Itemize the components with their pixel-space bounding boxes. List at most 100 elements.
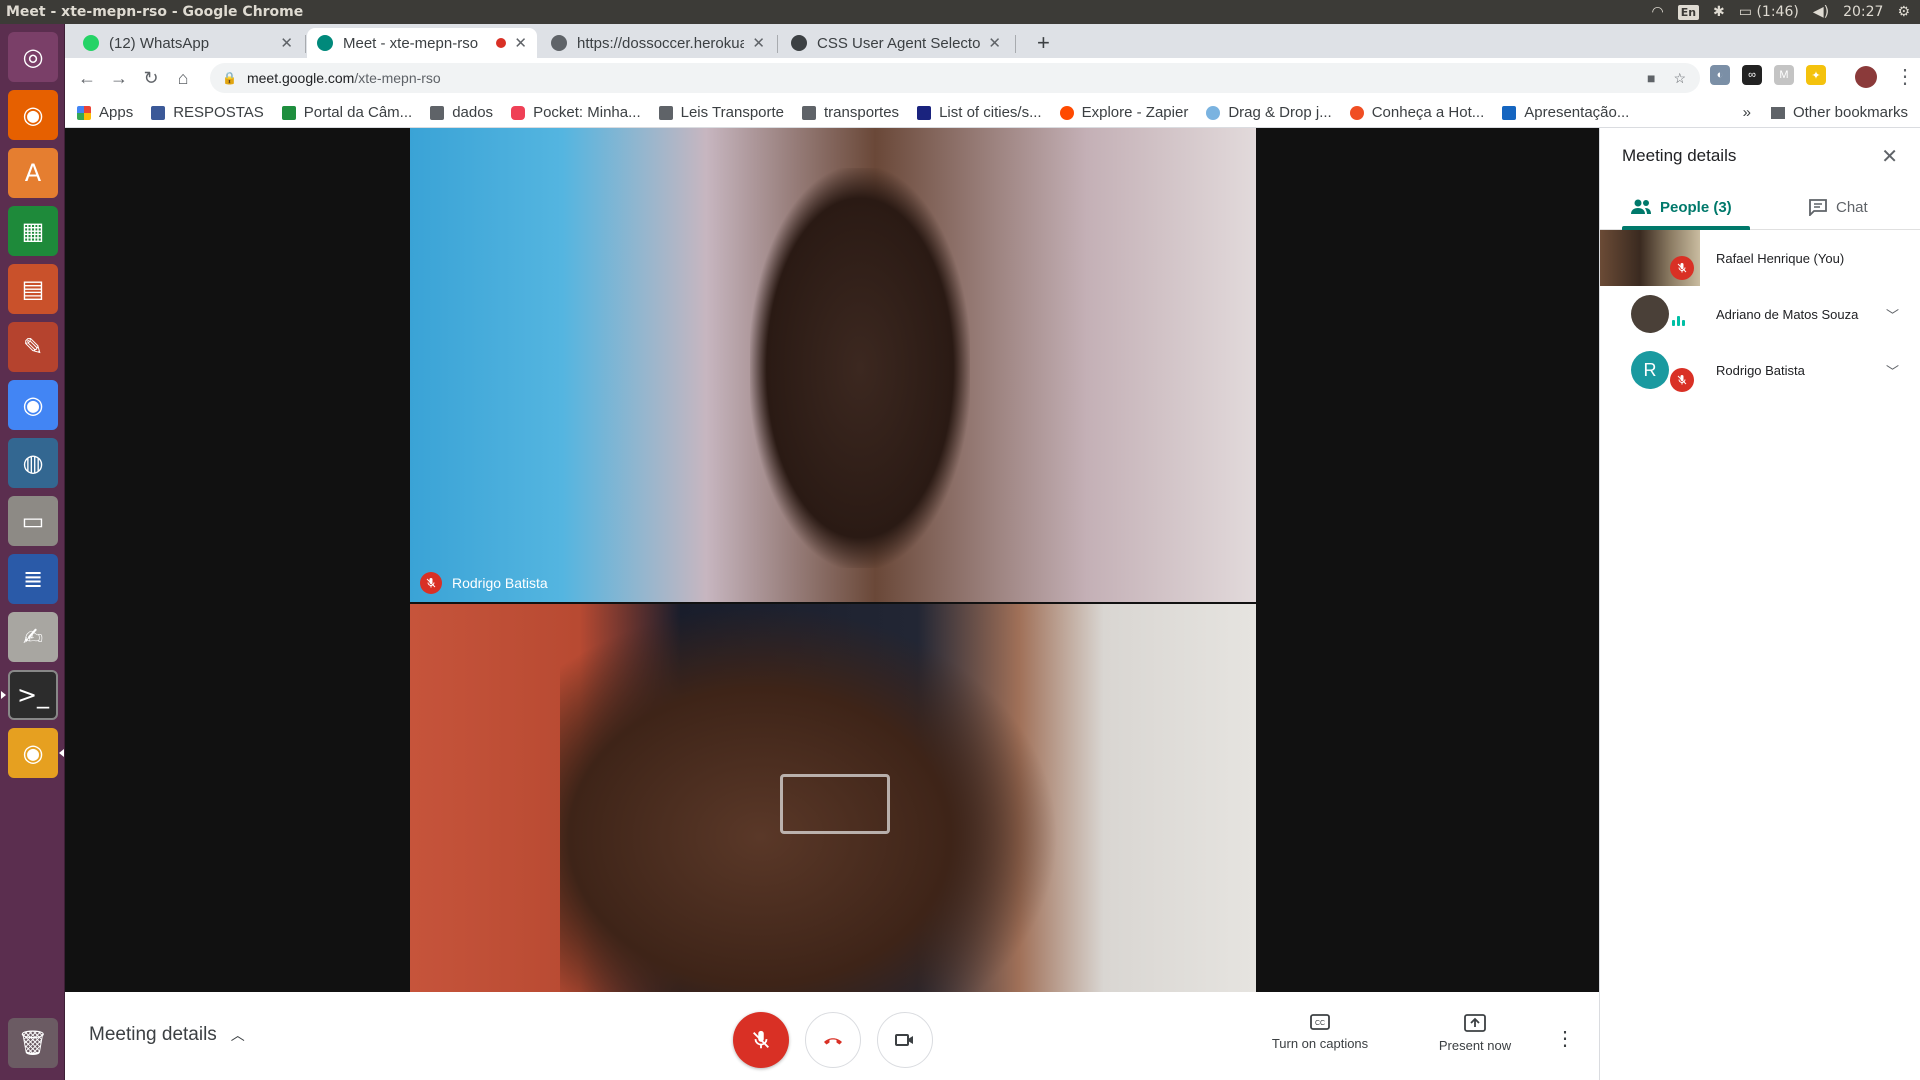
tile-participant-name: Rodrigo Batista (452, 575, 548, 591)
bookmark-transportes[interactable]: transportes (802, 104, 899, 121)
bookmark-list-of-cities[interactable]: List of cities/s... (917, 104, 1042, 121)
bookmark-portal-camara[interactable]: Portal da Câm... (281, 104, 412, 121)
chat-tab-label: Chat (1836, 198, 1868, 216)
file-manager-icon[interactable]: ▭ (8, 496, 58, 546)
mic-off-icon (420, 572, 442, 594)
close-icon[interactable]: ✕ (1881, 144, 1898, 169)
bookmark-respostas[interactable]: RESPOSTAS (151, 104, 264, 121)
tab-whatsapp[interactable]: (12) WhatsApp ✕ (73, 28, 303, 58)
forward-arrow-icon[interactable]: → (103, 68, 135, 89)
bookmark-star-icon[interactable]: ☆ (1673, 70, 1686, 87)
video-tile-rodrigo[interactable]: Rodrigo Batista (410, 128, 1256, 602)
tab-people[interactable]: People (3) (1630, 184, 1732, 230)
tab-strip: (12) WhatsApp ✕ Meet - xte-mepn-rso ✕ ht… (65, 24, 1920, 58)
present-label: Present now (1438, 1038, 1512, 1053)
meeting-details-toggle[interactable]: Meeting details ︿ (89, 1024, 245, 1046)
meeting-details-label: Meeting details (89, 1024, 217, 1045)
camera-toggle-button[interactable] (877, 1012, 933, 1068)
mic-off-icon (1670, 256, 1694, 280)
bookmark-dados[interactable]: dados (430, 104, 493, 121)
home-icon[interactable]: ⌂ (167, 68, 199, 89)
chevron-down-icon[interactable]: ﹀ (1886, 305, 1899, 324)
close-tab-icon[interactable]: ✕ (514, 34, 527, 52)
battery-indicator[interactable]: ▭ (1:46) (1739, 4, 1799, 20)
lock-icon[interactable]: 🔒 (222, 71, 237, 85)
bluetooth-icon[interactable]: ✱ (1713, 4, 1725, 20)
extension-m-icon[interactable]: M (1774, 65, 1794, 85)
more-options-icon[interactable]: ⋮ (1555, 1026, 1575, 1051)
chrome-icon[interactable]: ◉ (8, 380, 58, 430)
microphone-toggle-button[interactable] (733, 1012, 789, 1068)
os-top-panel: Meet - xte-mepn-rso - Google Chrome ◠ En… (0, 0, 1920, 24)
bookmarks-overflow-chevron-icon[interactable]: » (1743, 104, 1751, 121)
present-screen-icon (1464, 1014, 1486, 1032)
extension-pin-icon[interactable]: ✦ (1806, 65, 1826, 85)
system-tools-icon[interactable]: ✎ (8, 322, 58, 372)
present-now-button[interactable]: Present now (1420, 1014, 1530, 1053)
tab-meet[interactable]: Meet - xte-mepn-rso ✕ (307, 28, 537, 58)
panel-title: Meeting details (1622, 146, 1737, 165)
tab-chat[interactable]: Chat (1808, 184, 1868, 230)
writer-icon[interactable]: ≣ (8, 554, 58, 604)
tab-dossoccer[interactable]: https://dossoccer.herokuapp.com ✕ (541, 28, 775, 58)
pocket-icon (511, 105, 526, 120)
software-center-icon[interactable]: A (8, 148, 58, 198)
chevron-down-icon[interactable]: ﹀ (1886, 361, 1899, 380)
camera-in-use-icon[interactable]: ■ (1647, 70, 1655, 87)
trash-icon[interactable]: 🗑 (8, 1018, 58, 1068)
bookmark-favicon-icon (917, 105, 932, 120)
close-tab-icon[interactable]: ✕ (752, 34, 765, 52)
participant-name: Rafael Henrique (You) (1716, 250, 1845, 266)
terminal-icon[interactable]: >_ (8, 670, 58, 720)
close-tab-icon[interactable]: ✕ (280, 34, 293, 52)
spreadsheet-icon[interactable]: ▦ (8, 206, 58, 256)
bookmark-label: Leis Transporte (680, 104, 785, 121)
bookmark-pocket[interactable]: Pocket: Minha... (511, 104, 641, 121)
bookmark-drag-drop[interactable]: Drag & Drop j... (1206, 104, 1332, 121)
video-tile-self[interactable] (410, 604, 1256, 992)
other-bookmarks[interactable]: Other bookmarks (1793, 104, 1908, 121)
keyboard-language[interactable]: En (1677, 4, 1700, 20)
closed-captions-icon: CC (1310, 1014, 1330, 1030)
participant-video (750, 168, 970, 568)
chat-icon (1809, 199, 1827, 216)
bookmark-apresentacao[interactable]: Apresentação... (1502, 104, 1629, 121)
clock[interactable]: 20:27 (1843, 4, 1883, 20)
new-tab-plus-icon[interactable]: + (1037, 30, 1050, 56)
participant-row[interactable]: Rafael Henrique (You) (1600, 230, 1920, 286)
tab-css-selectors[interactable]: CSS User Agent Selectors ✕ (781, 28, 1011, 58)
back-arrow-icon[interactable]: ← (71, 68, 103, 89)
volume-icon[interactable]: ◀) (1813, 4, 1829, 20)
bookmark-label: Apps (99, 104, 134, 121)
video-camera-icon (895, 1034, 913, 1046)
pgadmin-icon[interactable]: ◍ (8, 438, 58, 488)
captions-button[interactable]: CC Turn on captions (1255, 1014, 1385, 1051)
ubuntu-dash-icon[interactable]: ◎ (8, 32, 58, 82)
bookmark-hotmart[interactable]: Conheça a Hot... (1349, 104, 1484, 121)
close-tab-icon[interactable]: ✕ (988, 34, 1001, 52)
whatsapp-icon (83, 35, 99, 51)
participant-row[interactable]: R Rodrigo Batista ﹀ (1600, 342, 1920, 398)
bookmark-zapier[interactable]: Explore - Zapier (1059, 104, 1188, 121)
bookmark-leis-transporte[interactable]: Leis Transporte (658, 104, 785, 121)
bookmark-apps[interactable]: Apps (77, 104, 133, 121)
profile-avatar[interactable] (1855, 66, 1877, 88)
reload-icon[interactable]: ↻ (135, 68, 167, 89)
settings-gear-icon[interactable]: ⚙ (1897, 4, 1910, 20)
leave-call-button[interactable] (805, 1012, 861, 1068)
wifi-icon[interactable]: ◠ (1651, 4, 1663, 20)
participant-media (1600, 230, 1700, 286)
chrome-menu-icon[interactable]: ⋮ (1895, 64, 1915, 89)
apps-grid-icon (77, 105, 91, 120)
extension-glasses-icon[interactable]: ∞ (1742, 65, 1762, 85)
video-stage: Rodrigo Batista (65, 128, 1599, 992)
panel-tabs: People (3) Chat (1600, 184, 1920, 230)
text-editor-icon[interactable]: ✍ (8, 612, 58, 662)
address-bar[interactable]: 🔒 meet.google.com/xte-mepn-rso ■ ☆ (210, 63, 1700, 93)
chrome-active-icon[interactable]: ◉ (8, 728, 58, 778)
participant-row[interactable]: Adriano de Matos Souza ﹀ (1600, 286, 1920, 342)
bookmark-label: Drag & Drop j... (1228, 104, 1332, 121)
firefox-icon[interactable]: ◉ (8, 90, 58, 140)
extension-icon[interactable]: ◐ (1710, 65, 1730, 85)
presentation-icon[interactable]: ▤ (8, 264, 58, 314)
